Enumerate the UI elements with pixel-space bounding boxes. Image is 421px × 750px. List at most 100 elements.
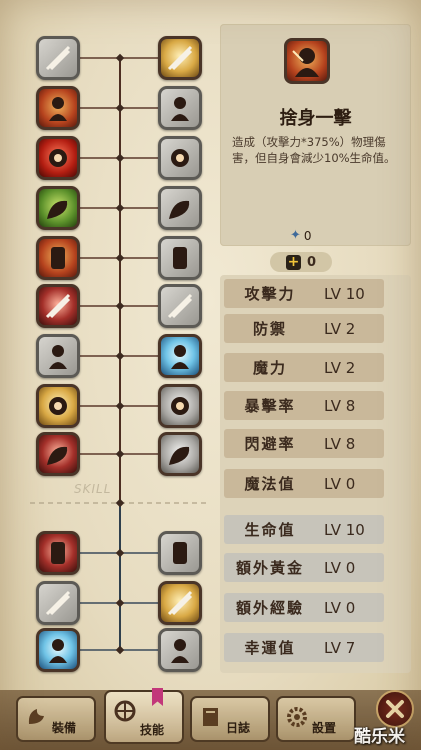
ghost-icon — [49, 345, 67, 369]
self-sacrifice-icon — [51, 247, 65, 269]
tab-equipment[interactable]: 裝備 — [16, 696, 96, 742]
skill-slot-armor[interactable] — [158, 186, 202, 230]
skill-slot-holy-shield[interactable] — [158, 36, 202, 80]
skill-slot-whirl[interactable] — [158, 384, 202, 428]
stat-label: 生命值 — [244, 521, 296, 539]
stat-label: 閃避率 — [244, 435, 296, 453]
skill-slot-ghost[interactable] — [36, 334, 80, 378]
ancient-gate-icon — [51, 542, 65, 564]
tab-skill[interactable]: 技能 — [104, 690, 184, 744]
holy-shield-icon — [167, 45, 193, 71]
tab-equipment-label: 裝備 — [51, 721, 76, 735]
stat-points-badge: + 0 — [270, 252, 332, 272]
seeing-eye-icon — [167, 590, 193, 616]
stat-row-magic[interactable]: 魔力 LV 2 — [224, 353, 384, 382]
stat-label: 額外黃金 — [235, 559, 304, 577]
blade-thrust-icon — [45, 293, 71, 319]
stat-label: 額外經驗 — [235, 599, 304, 617]
tab-journal[interactable]: 日誌 — [190, 696, 270, 742]
skill-slot-frost-spirit[interactable] — [36, 628, 80, 672]
skill-slot-roar[interactable] — [36, 136, 80, 180]
skill-slot-fist[interactable] — [158, 86, 202, 130]
power-arm-icon — [47, 200, 68, 219]
skill-slot-blade-thrust[interactable] — [36, 284, 80, 328]
skill-slot-ancient-gate[interactable] — [36, 531, 80, 575]
skill-slot-power-arm[interactable] — [36, 186, 80, 230]
stat-row-evasion[interactable]: 閃避率 LV 8 — [224, 429, 384, 458]
skill-slot-warrior[interactable] — [158, 432, 202, 476]
stat-label: 幸運值 — [244, 639, 296, 657]
whirl-icon — [171, 397, 189, 415]
skill-tree: SKILL — [0, 0, 215, 690]
stat-row-hp[interactable]: 生命值 LV 10 — [224, 515, 384, 544]
selected-skill-icon — [284, 38, 330, 84]
stat-label: 防禦 — [252, 320, 287, 338]
skill-point-icon: ✦ — [290, 228, 301, 243]
skill-slot-dash-strike[interactable] — [36, 86, 80, 130]
stat-row-extra-gold[interactable]: 額外黃金 LV 0 — [224, 553, 384, 582]
skill-slot-seeing-eye[interactable] — [158, 581, 202, 625]
stat-row-attack[interactable]: 攻擊力 LV 10 — [224, 279, 384, 308]
plus-icon: + — [285, 253, 301, 270]
armor-icon — [169, 200, 190, 219]
stat-level: LV 0 — [324, 558, 356, 577]
stat-label: 魔力 — [252, 359, 287, 377]
golden-flex-icon — [49, 397, 67, 415]
skill-slot-cross-slash[interactable] — [36, 432, 80, 476]
skill-slot-muscle[interactable] — [158, 236, 202, 280]
stat-row-extra-exp[interactable]: 額外經驗 LV 0 — [224, 593, 384, 622]
skill-points-value: 0 — [303, 228, 312, 243]
stat-level: LV 10 — [324, 284, 365, 303]
frost-spirit-icon — [49, 639, 67, 663]
tab-settings-label: 設置 — [311, 721, 336, 735]
stat-level: LV 8 — [324, 396, 356, 415]
tab-skill-label: 技能 — [139, 723, 164, 737]
skill-slot-eye-relic[interactable] — [158, 531, 202, 575]
dash-strike-icon — [49, 97, 67, 121]
skill-slot-summon[interactable] — [158, 628, 202, 672]
close-icon — [386, 700, 404, 718]
skill-description: 造成（攻擊力*375%）物理傷害，但自身會減少10%生命值。 — [232, 135, 396, 165]
skill-slot-crack[interactable] — [158, 284, 202, 328]
fist-icon — [171, 97, 189, 121]
journal-icon — [203, 708, 218, 726]
skill-slot-slash[interactable] — [36, 36, 80, 80]
stat-row-mana[interactable]: 魔法值 LV 0 — [224, 469, 384, 498]
lightning-icon — [171, 149, 189, 167]
spider-guard-icon — [45, 590, 71, 616]
skill-slot-spider-guard[interactable] — [36, 581, 80, 625]
stat-level: LV 2 — [324, 358, 356, 377]
stat-level: LV 8 — [324, 434, 356, 453]
muscle-icon — [173, 247, 187, 269]
stat-level: LV 0 — [324, 598, 356, 617]
skill-slot-golden-flex[interactable] — [36, 384, 80, 428]
stat-level: LV 2 — [324, 319, 356, 338]
site-watermark: 酷乐米 — [354, 727, 405, 747]
stat-row-luck[interactable]: 幸運值 LV 7 — [224, 633, 384, 662]
skill-detail-panel: 捨身一擊 造成（攻擊力*375%）物理傷害，但自身會減少10%生命值。 ✦ 0 — [220, 24, 411, 246]
stat-level: LV 7 — [324, 638, 356, 657]
stat-row-critical[interactable]: 暴擊率 LV 8 — [224, 391, 384, 420]
skill-slot-lightning[interactable] — [158, 136, 202, 180]
stat-level: LV 10 — [324, 520, 365, 539]
skill-icon — [114, 700, 136, 722]
stat-level: LV 0 — [324, 474, 356, 493]
wind-blade-icon — [171, 345, 189, 369]
equipment-icon — [28, 709, 44, 724]
stats-panel: 攻擊力 LV 10 防禦 LV 2 魔力 LV 2 暴擊率 LV 8 閃避率 LV 8 魔… — [220, 275, 411, 673]
tab-settings[interactable]: 設置 — [276, 696, 356, 742]
skill-points: ✦ 0 — [290, 228, 312, 243]
roar-icon — [49, 149, 67, 167]
crack-icon — [167, 293, 193, 319]
skill-slot-self-sacrifice[interactable] — [36, 236, 80, 280]
stat-row-defense[interactable]: 防禦 LV 2 — [224, 314, 384, 343]
stat-label: 暴擊率 — [244, 397, 296, 415]
warrior-icon — [169, 446, 190, 465]
slash-icon — [45, 45, 71, 71]
stat-label: 魔法值 — [244, 475, 296, 493]
skill-title: 捨身一擊 — [279, 108, 352, 129]
skill-section-label: SKILL — [74, 482, 112, 496]
tab-journal-label: 日誌 — [225, 721, 250, 735]
settings-icon — [287, 707, 307, 727]
skill-slot-wind-blade[interactable] — [158, 334, 202, 378]
